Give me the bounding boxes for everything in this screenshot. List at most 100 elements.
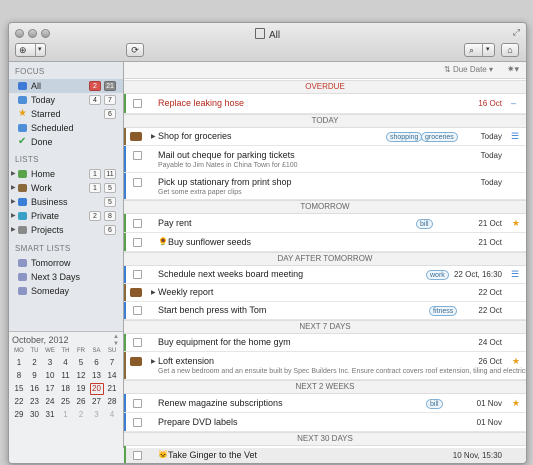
sidebar-item-projects[interactable]: ▶ Projects 6 [9,223,123,237]
star-icon[interactable]: ★ [512,218,520,229]
tag-bill[interactable]: bill [416,219,433,229]
sort-dropdown[interactable]: ⇅ Due Date ▾ [444,64,500,75]
task-checkbox[interactable] [133,418,142,427]
project-folder-icon[interactable] [130,357,142,366]
expand-triangle-icon[interactable]: ▶ [151,133,156,140]
sidebar-item-starred[interactable]: ★ Starred 6 [9,107,123,121]
disclosure-triangle-icon[interactable]: ▶ [11,195,16,209]
task-row[interactable]: Replace leaking hose 16 Oct – [124,94,526,114]
options-gear-icon[interactable]: ✷▾ [507,64,519,75]
sidebar-item-home[interactable]: ▶ Home 1 11 [9,167,123,181]
task-row[interactable]: ▶ Shop for groceries shopping groceries Toda… [124,128,526,146]
calendar-day[interactable]: 18 [59,383,73,395]
calendar-day[interactable]: 31 [43,409,57,421]
calendar-day[interactable]: 11 [59,370,73,382]
calendar-day[interactable]: 7 [105,357,119,369]
calendar-day[interactable]: 23 [28,396,42,408]
sidebar-item-today[interactable]: Today 4 7 [9,93,123,107]
calendar-day[interactable]: 9 [28,370,42,382]
sidebar-item-work[interactable]: ▶ Work 1 5 [9,181,123,195]
sidebar-item-done[interactable]: ✔ Done [9,135,123,149]
calendar-day[interactable]: 3 [90,409,104,421]
calendar-day[interactable]: 27 [90,396,104,408]
task-row[interactable]: Renew magazine subscriptions bill 01 Nov ★ [124,394,526,413]
task-row[interactable]: Pay rent bill 21 Oct ★ [124,214,526,233]
priority-icon[interactable]: ☰ [511,269,519,280]
calendar-day[interactable]: 8 [12,370,26,382]
calendar-day[interactable]: 15 [12,383,26,395]
add-menu-button[interactable]: ⊕ ▾ [15,43,46,57]
tag-fitness[interactable]: fitness [429,306,458,316]
calendar-day[interactable]: 14 [105,370,119,382]
task-row[interactable]: Prepare DVD labels 01 Nov [124,413,526,432]
star-icon[interactable]: ★ [512,398,520,409]
calendar-day[interactable]: 16 [28,383,42,395]
task-checkbox[interactable] [133,219,142,228]
calendar-day[interactable]: 1 [12,357,26,369]
sidebar-item-scheduled[interactable]: Scheduled [9,121,123,135]
calendar-day[interactable]: 6 [90,357,104,369]
tag-work[interactable]: work [426,270,449,280]
tag-groceries[interactable]: groceries [421,132,458,142]
expand-triangle-icon[interactable]: ▶ [151,358,156,365]
calendar-day[interactable]: 17 [43,383,57,395]
task-row[interactable]: 🌻 Buy sunflower seeds 21 Oct [124,233,526,252]
calendar-day[interactable]: 2 [28,357,42,369]
disclosure-triangle-icon[interactable]: ▶ [11,223,16,237]
tag-shopping[interactable]: shopping [386,132,423,142]
task-checkbox[interactable] [133,178,142,187]
calendar-day[interactable]: 30 [28,409,42,421]
task-checkbox[interactable] [133,338,142,347]
priority-icon[interactable]: – [511,98,518,108]
calendar-day[interactable]: 26 [74,396,88,408]
calendar-day[interactable]: 20 [89,383,104,395]
sidebar-item-next-3-days[interactable]: Next 3 Days [9,270,123,284]
task-row[interactable]: Buy equipment for the home gym 24 Oct [124,334,526,352]
sync-button[interactable]: ⟳ [126,43,144,57]
calendar-day[interactable]: 28 [105,396,119,408]
search-button[interactable]: ⌕ ▾ [464,43,495,57]
disclosure-triangle-icon[interactable]: ▶ [11,181,16,195]
fullscreen-icon[interactable]: ⤢ [513,27,520,38]
task-row[interactable]: Schedule next weeks board meeting work 22 … [124,266,526,284]
task-row[interactable]: ▶ Loft extension Get a new bedroom and an … [124,352,526,380]
calendar-day[interactable]: 4 [105,409,119,421]
calendar-day[interactable]: 2 [74,409,88,421]
disclosure-triangle-icon[interactable]: ▶ [11,167,16,181]
calendar-day[interactable]: 22 [12,396,26,408]
calendar-day[interactable]: 24 [43,396,57,408]
sidebar-item-business[interactable]: ▶ Business 5 [9,195,123,209]
task-row[interactable]: Mail out cheque for parking tickets Payab… [124,146,526,173]
task-row[interactable]: 🐱 Take Ginger to the Vet 10 Nov, 15:30 [124,446,526,463]
star-icon[interactable]: ★ [512,356,520,367]
sidebar-item-tomorrow[interactable]: Tomorrow [9,256,123,270]
sidebar-item-all[interactable]: All 2 21 [9,79,123,93]
task-checkbox[interactable] [133,451,142,460]
task-row[interactable]: ▶ Weekly report 22 Oct [124,284,526,302]
task-checkbox[interactable] [133,99,142,108]
sidebar-item-private[interactable]: ▶ Private 2 8 [9,209,123,223]
calendar-day[interactable]: 12 [74,370,88,382]
task-row[interactable]: Pick up stationary from print shop Get so… [124,173,526,200]
calendar-day[interactable]: 25 [59,396,73,408]
calendar-day[interactable]: 21 [105,383,119,395]
tag-bill[interactable]: bill [426,399,443,409]
calendar-day[interactable]: 1 [59,409,73,421]
project-folder-icon[interactable] [130,132,142,141]
task-checkbox[interactable] [133,270,142,279]
calendar-day[interactable]: 10 [43,370,57,382]
tag-button[interactable]: ⌂ [501,43,519,57]
calendar-day[interactable]: 5 [74,357,88,369]
disclosure-triangle-icon[interactable]: ▶ [11,209,16,223]
previous-month-icon[interactable]: ▲ [113,334,119,340]
task-checkbox[interactable] [133,238,142,247]
calendar-day[interactable]: 19 [74,383,88,395]
expand-triangle-icon[interactable]: ▶ [151,289,156,296]
task-checkbox[interactable] [133,399,142,408]
task-row[interactable]: Start bench press with Tom fitness 22 Oct [124,302,526,320]
project-folder-icon[interactable] [130,288,142,297]
priority-icon[interactable]: ☰ [511,131,519,142]
task-checkbox[interactable] [133,306,142,315]
next-month-icon[interactable]: ▼ [113,341,119,347]
calendar-day[interactable]: 13 [90,370,104,382]
